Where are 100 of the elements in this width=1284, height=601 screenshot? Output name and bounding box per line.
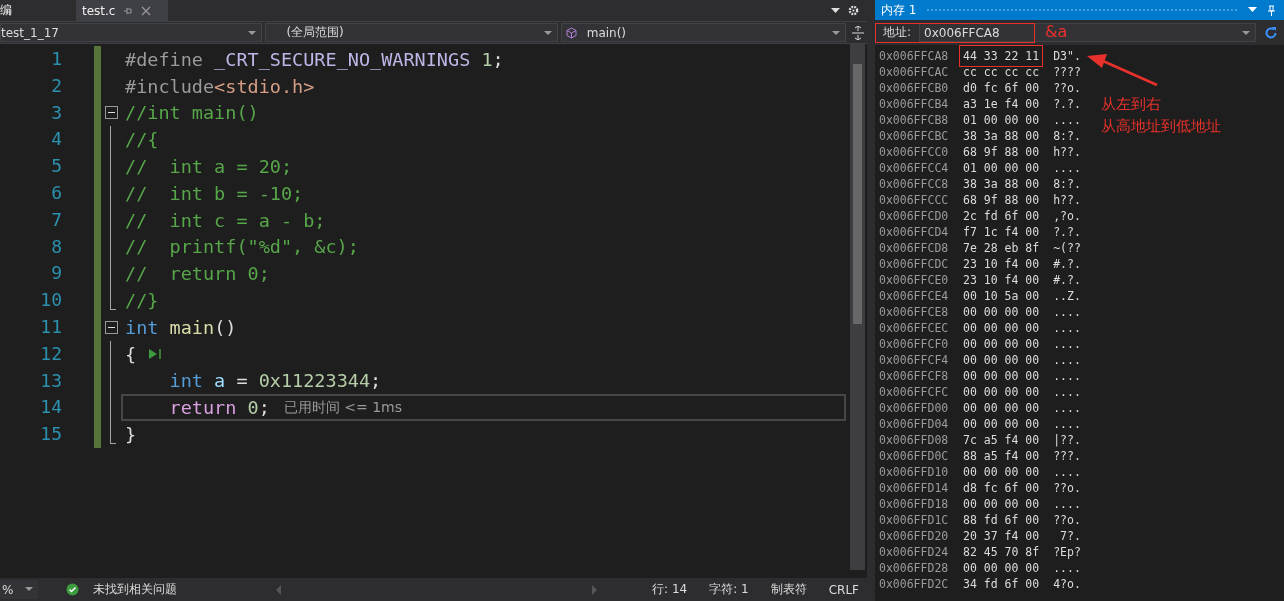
- memory-ascii: 8:?.: [1053, 129, 1081, 143]
- memory-bytes: 82 45 70 8f: [963, 545, 1040, 559]
- memory-ascii: h??.: [1053, 145, 1081, 159]
- code-token: <stdio.h>: [214, 75, 315, 97]
- code-token: //int main(): [125, 102, 259, 124]
- memory-bytes: 7e 28 eb 8f: [963, 241, 1040, 255]
- memory-ascii: ,?o.: [1053, 209, 1081, 223]
- line-number: 3: [51, 100, 62, 125]
- line-ending-status[interactable]: CRLF: [820, 582, 867, 597]
- code-token: ;: [492, 48, 504, 70]
- memory-bytes: 23 10 f4 00: [963, 273, 1040, 287]
- memory-address: 0x006FFD10: [879, 465, 950, 479]
- memory-bytes: 00 00 00 00: [963, 497, 1040, 511]
- scope-dropdown[interactable]: (全局范围): [265, 23, 558, 42]
- memory-bytes: d8 fc 6f 00: [963, 481, 1040, 495]
- memory-address: 0x006FFD08: [879, 433, 950, 447]
- memory-ascii: #.?.: [1053, 273, 1081, 287]
- memory-ascii: ??o.: [1053, 513, 1081, 527]
- memory-address: 0x006FFD24: [879, 545, 950, 559]
- memory-ascii: ....: [1053, 321, 1081, 335]
- memory-address: 0x006FFD1C: [879, 513, 950, 527]
- memory-bytes: 00 10 5a 00: [963, 289, 1040, 303]
- memory-bytes: f7 1c f4 00: [963, 225, 1040, 239]
- refresh-icon[interactable]: [1264, 25, 1278, 40]
- code-token: =: [235, 370, 249, 392]
- memory-address: 0x006FFCE4: [879, 289, 950, 303]
- code-token: {: [125, 343, 137, 365]
- memory-address: 0x006FFCD8: [879, 241, 950, 255]
- memory-address: 0x006FFCA8: [879, 49, 950, 63]
- memory-ascii: ..Z.: [1053, 289, 1081, 303]
- memory-address: 0x006FFCE8: [879, 305, 950, 319]
- pin-icon[interactable]: [123, 5, 134, 16]
- memory-ascii: ....: [1053, 401, 1081, 415]
- memory-address: 0x006FFCB0: [879, 81, 950, 95]
- line-number: 14: [40, 395, 62, 420]
- memory-address: 0x006FFCB8: [879, 113, 950, 127]
- indent-status[interactable]: 制表符: [762, 581, 815, 598]
- settings-icon[interactable]: [848, 5, 859, 16]
- line-number: 5: [51, 154, 62, 179]
- memory-address: 0x006FFCC0: [879, 145, 950, 159]
- memory-bytes: 68 9f 88 00: [963, 145, 1040, 159]
- memory-ascii: ....: [1053, 417, 1081, 431]
- split-icon[interactable]: [852, 25, 864, 40]
- line-number: 1: [51, 47, 62, 71]
- line-number: 15: [40, 422, 62, 447]
- code-token: 1: [480, 48, 493, 70]
- memory-bytes: a3 1e f4 00: [963, 97, 1040, 111]
- run-to-click-icon[interactable]: [148, 348, 163, 361]
- dropdown-icon[interactable]: [831, 7, 840, 14]
- memory-ascii: ?.?.: [1053, 225, 1081, 239]
- memory-address: 0x006FFCC8: [879, 177, 950, 191]
- line-status: 行: 14: [651, 581, 689, 598]
- memory-address: 0x006FFCF8: [879, 369, 950, 383]
- code-token: #include: [125, 75, 215, 97]
- memory-bytes: 34 fd 6f 00: [963, 577, 1040, 591]
- collapse-icon[interactable]: [104, 320, 118, 334]
- memory-bytes: 00 00 00 00: [963, 385, 1040, 399]
- memory-ascii: h??.: [1053, 193, 1081, 207]
- memory-address: 0x006FFD04: [879, 417, 950, 431]
- line-number: 4: [51, 127, 62, 152]
- memory-bytes: 2c fd 6f 00: [963, 209, 1040, 223]
- collapse-icon[interactable]: [104, 106, 118, 120]
- memory-bytes: 7c a5 f4 00: [963, 433, 1040, 447]
- memory-address: 0x006FFCF0: [879, 337, 950, 351]
- pin-icon[interactable]: [1267, 4, 1276, 16]
- memory-address: 0x006FFD20: [879, 529, 950, 543]
- memory-bytes: 38 3a 88 00: [963, 177, 1040, 191]
- memory-ascii: 7?.: [1059, 529, 1081, 543]
- column-status: 字符: 1: [708, 581, 750, 598]
- issues-status[interactable]: 未找到相关问题: [85, 581, 185, 598]
- memory-ascii: ~(??: [1053, 241, 1081, 255]
- memory-ascii: 4?o.: [1053, 577, 1081, 591]
- memory-address: 0x006FFCC4: [879, 161, 950, 175]
- annotation-label: &a: [1045, 22, 1068, 41]
- memory-bytes: 00 00 00 00: [963, 321, 1040, 335]
- line-number: 12: [40, 341, 62, 366]
- memory-bytes: d0 fc 6f 00: [963, 81, 1040, 95]
- line-number: 10: [40, 288, 62, 313]
- memory-address: 0x006FFD14: [879, 481, 950, 495]
- memory-ascii: ?.?.: [1053, 97, 1081, 111]
- zoom-dropdown[interactable]: %: [0, 580, 38, 599]
- scrollbar[interactable]: [850, 44, 865, 570]
- memory-address: 0x006FFD00: [879, 401, 950, 415]
- member-dropdown[interactable]: main(): [560, 23, 847, 42]
- annotation-note: 从高地址到低地址: [1101, 116, 1221, 137]
- code-token: //{: [125, 129, 159, 151]
- code-token: int: [168, 370, 203, 392]
- memory-bytes: 00 00 00 00: [963, 353, 1040, 367]
- file-tab[interactable]: test.c: [76, 0, 168, 21]
- code-token: }: [125, 424, 137, 446]
- dropdown-icon[interactable]: [1248, 7, 1257, 13]
- memory-bytes: 00 00 00 00: [963, 369, 1040, 383]
- close-icon[interactable]: [141, 5, 152, 16]
- code-token: #define: [125, 48, 204, 70]
- memory-address: 0x006FFCFC: [879, 385, 950, 399]
- code-token: a: [213, 370, 226, 392]
- project-dropdown[interactable]: test_1_17: [0, 23, 263, 42]
- code-token: 0x11223344: [258, 370, 371, 392]
- code-token: ;: [370, 370, 382, 392]
- file-tab[interactable]: 编: [0, 0, 68, 21]
